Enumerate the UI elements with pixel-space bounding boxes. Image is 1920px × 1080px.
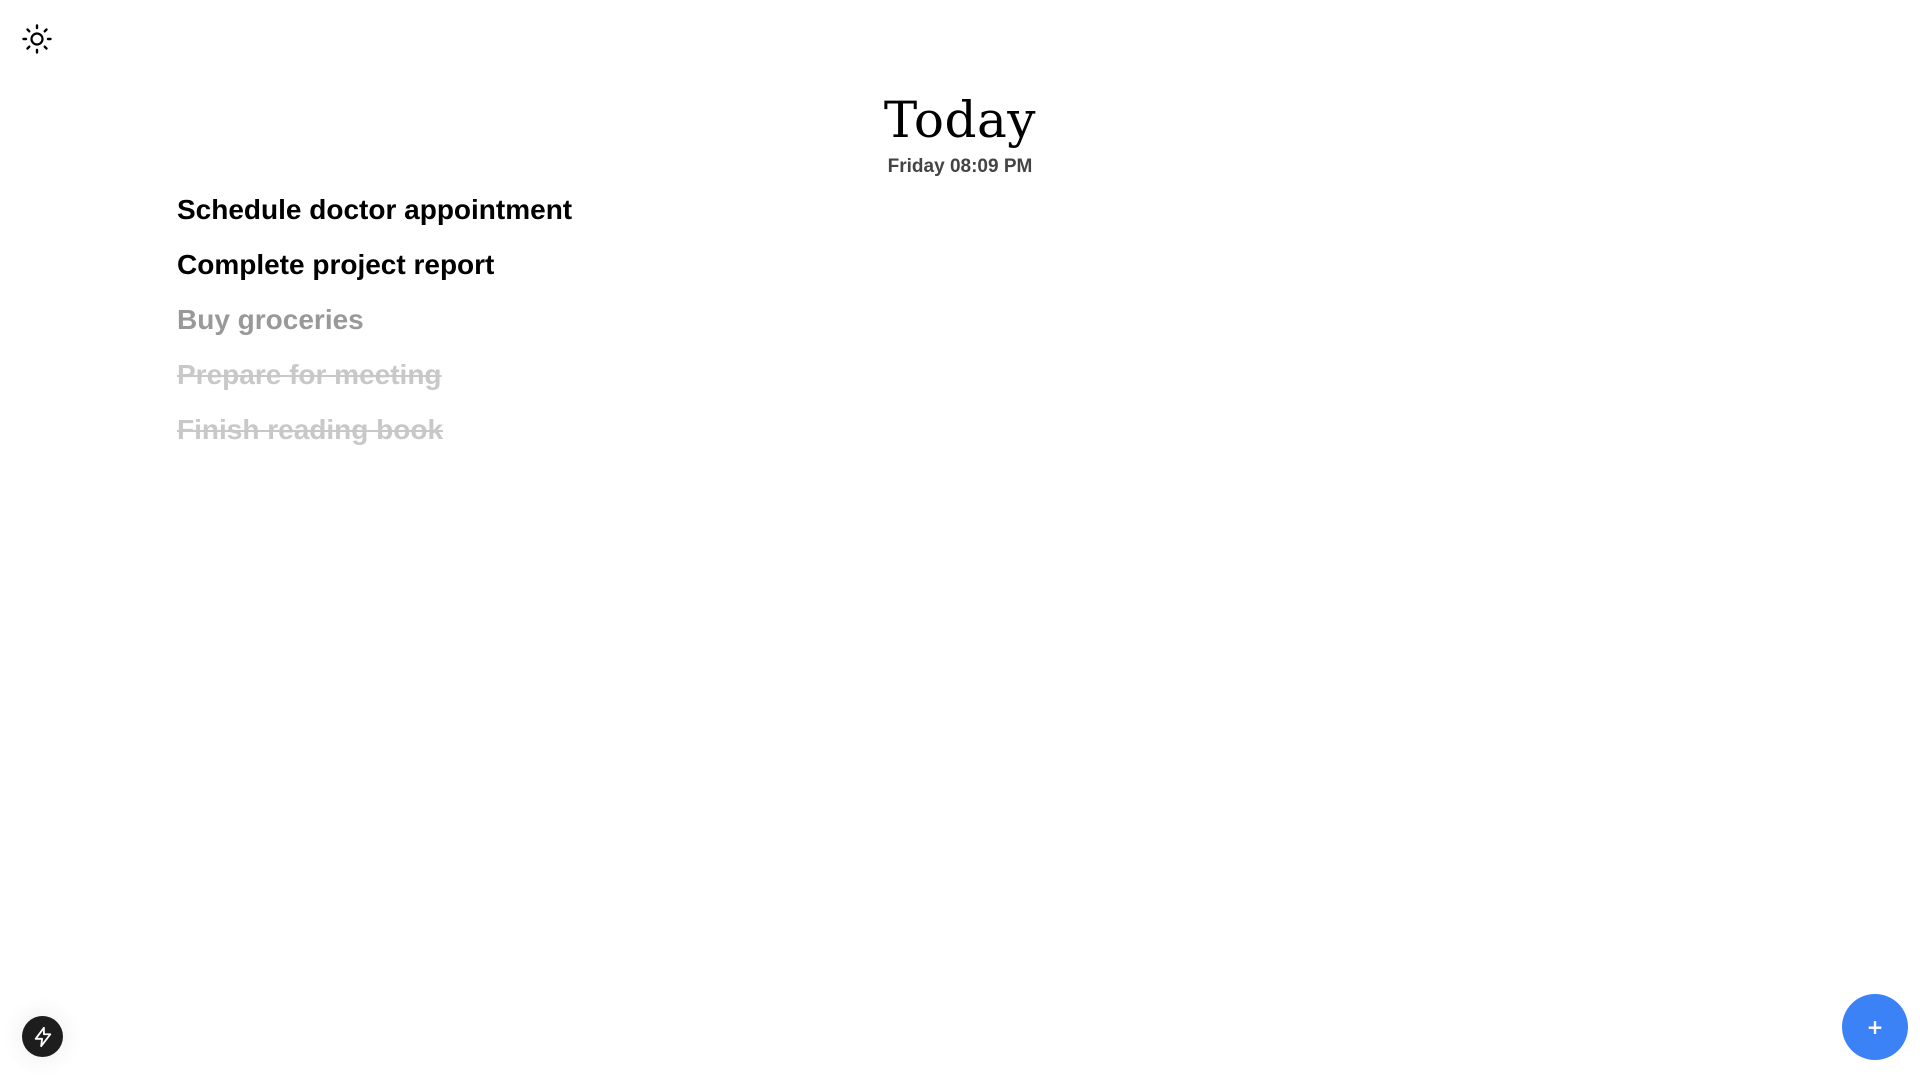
page-header: Today Friday 08:09 PM xyxy=(0,90,1920,178)
plus-icon: + xyxy=(1866,1015,1884,1039)
quick-action-button[interactable] xyxy=(22,1016,63,1057)
add-task-button[interactable]: + xyxy=(1842,994,1908,1060)
sun-icon xyxy=(22,24,52,54)
task-item[interactable]: Buy groceries xyxy=(177,300,572,340)
task-item[interactable]: Complete project report xyxy=(177,245,572,285)
page-title: Today xyxy=(883,91,1037,149)
current-datetime: Friday 08:09 PM xyxy=(887,156,1033,177)
lightning-icon xyxy=(34,1026,51,1047)
task-item[interactable]: Schedule doctor appointment xyxy=(177,190,572,230)
theme-toggle-button[interactable] xyxy=(20,22,54,56)
task-list: Schedule doctor appointment Complete pro… xyxy=(177,190,572,465)
task-item-completed[interactable]: Prepare for meeting xyxy=(177,355,572,395)
task-item-completed[interactable]: Finish reading book xyxy=(177,410,572,450)
